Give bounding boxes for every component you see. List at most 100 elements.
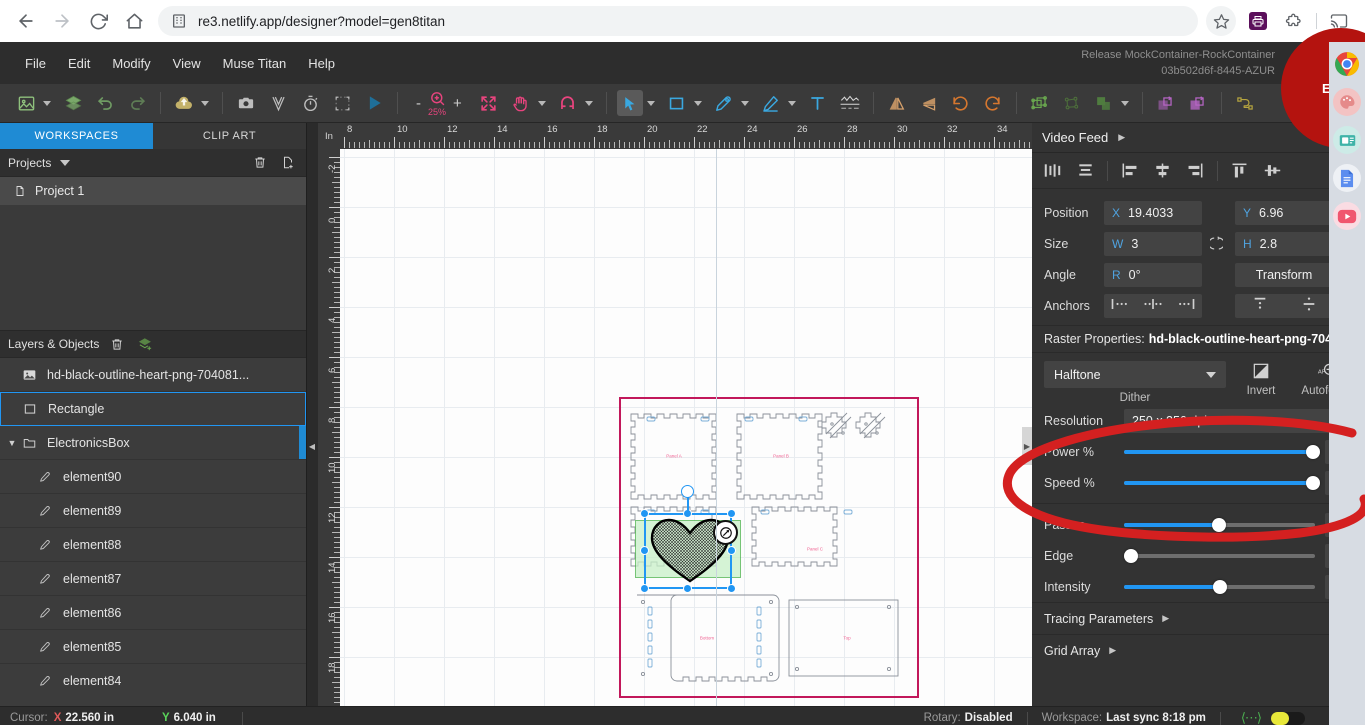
list-item[interactable]: element88 bbox=[0, 528, 306, 562]
undo-icon[interactable] bbox=[92, 90, 118, 116]
material-library-icon[interactable] bbox=[60, 90, 86, 116]
pan-dropdown-caret-icon[interactable] bbox=[537, 100, 546, 106]
zoom-in-button[interactable]: + bbox=[446, 95, 469, 112]
print-extension-icon[interactable] bbox=[1244, 7, 1272, 35]
left-panel-collapse-handle[interactable]: ◀ bbox=[307, 427, 317, 465]
angle-field[interactable]: R 0° bbox=[1104, 262, 1202, 287]
pan-hand-icon[interactable] bbox=[508, 90, 534, 116]
horizontal-ruler[interactable]: 8 10 12 14 16 18 20 22 24 26 28 30 32 34 bbox=[318, 123, 1032, 149]
palette-icon[interactable] bbox=[1333, 88, 1361, 116]
zoom-level[interactable]: 25% bbox=[428, 90, 446, 117]
menu-modify[interactable]: Modify bbox=[101, 52, 161, 75]
align-right-icon[interactable] bbox=[1179, 158, 1212, 184]
list-item[interactable]: ▼ ElectronicsBox bbox=[0, 426, 306, 460]
position-y-field[interactable]: Y 6.96 bbox=[1235, 200, 1333, 225]
layer-expand-twisty-icon[interactable]: ▼ bbox=[6, 438, 18, 448]
star-icon[interactable] bbox=[1206, 6, 1236, 36]
timer-icon[interactable] bbox=[297, 90, 323, 116]
align-top-icon[interactable] bbox=[1223, 158, 1256, 184]
rectangle-dropdown-caret-icon[interactable] bbox=[693, 100, 702, 106]
position-x-field[interactable]: X 19.4033 bbox=[1104, 200, 1202, 225]
tab-clip-art[interactable]: CLIP ART bbox=[153, 123, 306, 149]
cloud-upload-icon[interactable] bbox=[171, 90, 197, 116]
address-bar[interactable]: re3.netlify.app/designer?model=gen8titan bbox=[158, 6, 1198, 36]
rotate-cw-icon[interactable] bbox=[980, 90, 1006, 116]
media-icon[interactable] bbox=[1333, 126, 1361, 154]
docs-icon[interactable] bbox=[1333, 164, 1361, 192]
distribute-horizontal-icon[interactable] bbox=[1036, 158, 1069, 184]
import-dropdown-caret-icon[interactable] bbox=[43, 100, 51, 106]
chevron-right-icon[interactable]: ▶ bbox=[1118, 132, 1125, 143]
list-item[interactable]: element84 bbox=[0, 664, 306, 688]
ruler-unit-label[interactable]: In bbox=[318, 123, 340, 149]
cloud-dropdown-caret-icon[interactable] bbox=[201, 100, 209, 106]
align-left-icon[interactable] bbox=[1113, 158, 1146, 184]
home-icon[interactable] bbox=[119, 6, 149, 36]
rotation-handle[interactable] bbox=[681, 485, 694, 498]
anchor-left-icon[interactable] bbox=[1110, 298, 1130, 313]
design-canvas[interactable]: 8 10 12 14 16 18 20 22 24 26 28 30 32 34 -2 0 2 4 6 8 10 12 1… bbox=[318, 123, 1032, 706]
anchor-top-icon[interactable] bbox=[1253, 296, 1267, 315]
list-item[interactable]: element86 bbox=[0, 596, 306, 630]
vertical-ruler[interactable]: -2 0 2 4 6 8 10 12 14 16 18 bbox=[318, 123, 340, 706]
bring-forward-icon[interactable] bbox=[1153, 90, 1179, 116]
edge-slider[interactable] bbox=[1124, 548, 1315, 563]
intensity-slider[interactable] bbox=[1124, 579, 1315, 594]
canvas-guide-vertical[interactable] bbox=[716, 149, 717, 706]
resize-handle-sw[interactable] bbox=[640, 584, 649, 593]
site-info-icon[interactable] bbox=[170, 12, 188, 30]
size-height-field[interactable]: H 2.8 bbox=[1235, 231, 1333, 256]
transform-button[interactable]: Transform bbox=[1235, 262, 1333, 287]
dither-mode-select[interactable]: Halftone bbox=[1044, 361, 1226, 388]
anchor-middle-icon[interactable] bbox=[1302, 296, 1316, 315]
menu-view[interactable]: View bbox=[162, 52, 212, 75]
path-node-icon[interactable] bbox=[1232, 90, 1258, 116]
list-item[interactable]: Project 1 bbox=[0, 177, 306, 205]
bounding-box-icon[interactable] bbox=[329, 90, 355, 116]
trace-tool[interactable] bbox=[837, 90, 863, 116]
tracing-parameters-section[interactable]: Tracing Parameters ▶ bbox=[1032, 602, 1365, 634]
pen-dropdown-caret-icon[interactable] bbox=[740, 100, 749, 106]
menu-file[interactable]: File bbox=[14, 52, 57, 75]
list-item[interactable]: element85 bbox=[0, 630, 306, 664]
flip-vertical-icon[interactable] bbox=[916, 90, 942, 116]
anchor-right-icon[interactable] bbox=[1176, 298, 1196, 313]
menu-edit[interactable]: Edit bbox=[57, 52, 101, 75]
resolution-field[interactable]: 250 x 250 dpi bbox=[1124, 409, 1330, 433]
list-item[interactable]: hd-black-outline-heart-png-704081... bbox=[0, 358, 306, 392]
chrome-icon[interactable] bbox=[1333, 50, 1361, 78]
resize-handle-s[interactable] bbox=[683, 584, 692, 593]
link-aspect-icon[interactable] bbox=[1205, 235, 1227, 252]
layers-add-layer-icon[interactable] bbox=[135, 334, 155, 354]
list-item[interactable]: element89 bbox=[0, 494, 306, 528]
select-dropdown-caret-icon[interactable] bbox=[646, 100, 655, 106]
passes-slider[interactable] bbox=[1124, 517, 1315, 532]
layers-trash-icon[interactable] bbox=[107, 334, 127, 354]
camera-icon[interactable] bbox=[233, 90, 259, 116]
tab-workspaces[interactable]: WORKSPACES bbox=[0, 123, 153, 149]
v-carve-icon[interactable] bbox=[265, 90, 291, 116]
list-item[interactable]: Rectangle bbox=[0, 392, 306, 426]
projects-trash-icon[interactable] bbox=[250, 153, 270, 173]
right-panel-collapse-handle[interactable]: ▶ bbox=[1022, 427, 1032, 465]
youtube-icon[interactable] bbox=[1333, 202, 1361, 230]
layers-scrollbar[interactable] bbox=[299, 426, 306, 459]
redo-icon[interactable] bbox=[124, 90, 150, 116]
layers-list[interactable]: hd-black-outline-heart-png-704081... Rec… bbox=[0, 358, 306, 688]
magnet-dropdown-caret-icon[interactable] bbox=[584, 100, 593, 106]
reload-icon[interactable] bbox=[83, 6, 113, 36]
puzzle-icon[interactable] bbox=[1280, 7, 1308, 35]
pencil-dropdown-caret-icon[interactable] bbox=[787, 100, 796, 106]
resize-handle-e[interactable] bbox=[727, 546, 736, 555]
import-image-icon[interactable] bbox=[13, 90, 39, 116]
resize-handle-se[interactable] bbox=[727, 584, 736, 593]
rotate-ccw-icon[interactable] bbox=[948, 90, 974, 116]
power-slider[interactable] bbox=[1124, 444, 1320, 459]
boolean-union-icon[interactable] bbox=[1091, 90, 1117, 116]
canvas-surface[interactable]: Panel A Panel B Panel C Bottom Top bbox=[340, 149, 1032, 706]
list-item[interactable]: element87 bbox=[0, 562, 306, 596]
invert-control[interactable]: Invert bbox=[1230, 361, 1292, 397]
send-backward-icon[interactable] bbox=[1185, 90, 1211, 116]
group-icon[interactable] bbox=[1027, 90, 1053, 116]
menu-help[interactable]: Help bbox=[297, 52, 346, 75]
